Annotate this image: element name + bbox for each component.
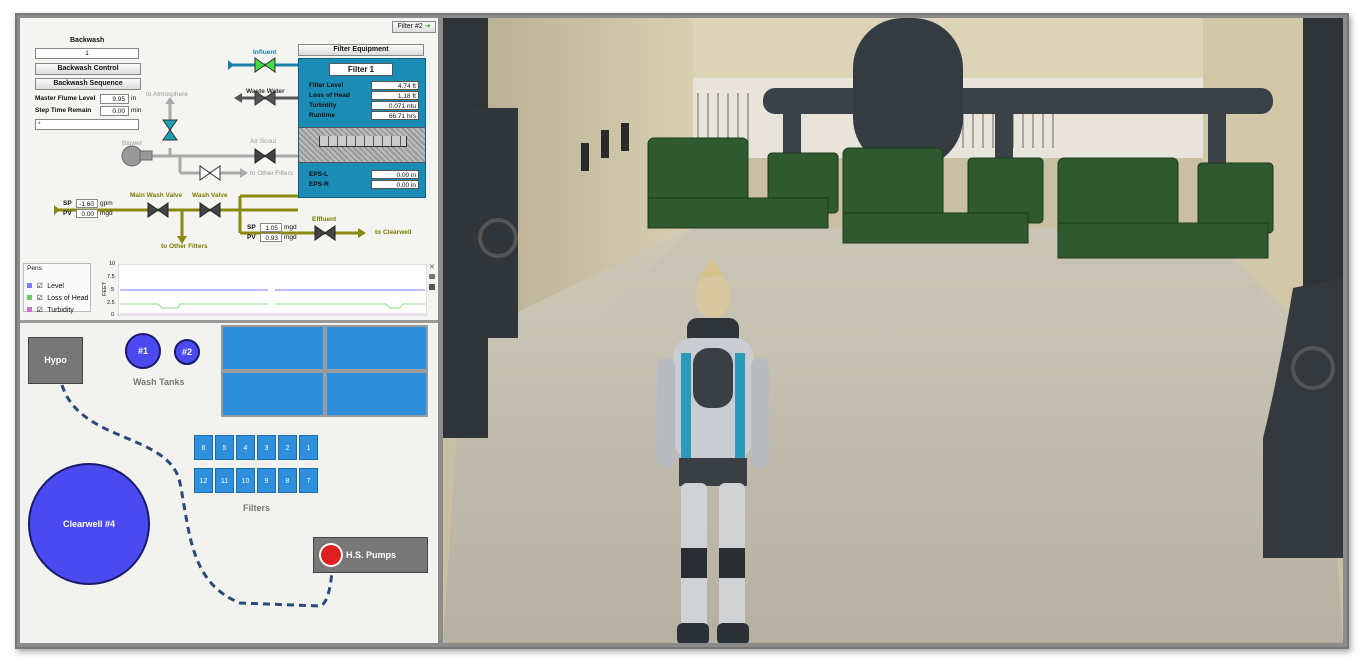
alarm-icon (319, 543, 343, 567)
sp1-label: SP (63, 200, 72, 207)
filter-panel: Filter 1 Filter Level 4.74 ft Loss of He… (298, 58, 426, 198)
basin-3[interactable] (223, 373, 323, 415)
filter-tile-11[interactable]: 11 (215, 468, 234, 493)
wash-valve-label: Wash Valve (192, 192, 228, 199)
tick-10: 10 (109, 261, 116, 267)
turbidity-value: 0.071 ntu (371, 101, 419, 110)
effluent-valve-icon (314, 225, 336, 241)
clearwell-4[interactable]: Clearwell #4 (28, 463, 150, 585)
pv1-value: 0.00 (76, 209, 98, 218)
sp2-label: SP (247, 224, 256, 231)
waste-water-label: Waste Water (246, 88, 285, 95)
filter-control-screen: Filter #2 ➜ Backwash 1 Backwash Control … (20, 18, 438, 320)
loss-of-head-label: Loss of Head (309, 92, 350, 99)
filter-tile-3[interactable]: 3 (257, 435, 276, 460)
pens-legend: Pens ☑ Level ☑ Loss of Head ☑ Turbidity (23, 263, 91, 314)
plant-overview: Hypo #1 #2 Wash Tanks 6 5 4 3 2 1 12 11 … (20, 323, 438, 643)
wash-tank-1[interactable]: #1 (125, 333, 161, 369)
basin-2[interactable] (327, 327, 426, 369)
influent-valve-icon (254, 57, 276, 73)
eps-l-label: EPS-L (309, 171, 329, 178)
filter-tile-1[interactable]: 1 (299, 435, 318, 460)
runtime-label: Runtime (309, 112, 335, 119)
main-wash-valve-label: Main Wash Valve (130, 192, 183, 199)
tick-2-5: 2.5 (107, 300, 115, 306)
clearwell-label: Clearwell #4 (62, 519, 116, 529)
wash-tank-2[interactable]: #2 (174, 339, 200, 365)
filter-title: Filter 1 (329, 63, 393, 76)
hs-pumps-label: H.S. Pumps (346, 550, 397, 560)
wash-valve-icon (199, 202, 221, 218)
runtime-value: 66.71 hrs (371, 111, 419, 120)
other-filters-valve-icon (199, 165, 221, 181)
eps-r-value: 0.00 in (371, 180, 419, 189)
pv1-label: PV (63, 210, 72, 217)
blower-label: Blower (122, 140, 142, 147)
print-icon[interactable] (429, 274, 435, 279)
checkbox-icon: ☑ (36, 307, 43, 314)
to-atmosphere-label: to Atmosphere (146, 91, 188, 98)
save-icon[interactable] (429, 284, 435, 290)
sp1-unit: gpm (100, 200, 113, 207)
game-viewport[interactable] (443, 18, 1343, 643)
eps-l-value: 0.00 in (371, 170, 419, 179)
hypo-button[interactable]: Hypo (28, 337, 83, 384)
air-scour-valve-icon (254, 148, 276, 164)
player-avatar[interactable] (643, 258, 783, 643)
to-other-filters-label-1: to Other Filters (250, 170, 293, 177)
atmosphere-valve-icon (162, 119, 178, 141)
pens-title: Pens (27, 265, 42, 272)
influent-label: Influent (253, 49, 277, 56)
sp1-value[interactable]: -1.60 (76, 199, 98, 208)
filter-tile-4[interactable]: 4 (236, 435, 255, 460)
pv1-unit: mgd (100, 210, 113, 217)
wash-tank-2-label: #2 (181, 347, 192, 357)
filter-tile-9[interactable]: 9 (257, 468, 276, 493)
pv2-label: PV (247, 234, 256, 241)
pv2-unit: mgd (284, 234, 297, 241)
basin-4[interactable] (327, 373, 426, 415)
effluent-label: Effluent (312, 216, 337, 223)
tick-7-5: 7.5 (107, 274, 115, 280)
close-icon[interactable]: ✕ (429, 263, 435, 271)
to-other-filters-label-2: to Other Filters (161, 243, 208, 250)
pump-2-icon (842, 147, 1044, 244)
wash-tank-1-label: #1 (137, 346, 148, 356)
hmi-panel: Filter #2 ➜ Backwash 1 Backwash Control … (20, 18, 438, 643)
air-scour-label: Air Scour (250, 138, 277, 145)
filter-level-label: Filter Level (309, 82, 344, 89)
pen-turbidity-label: Turbidity (47, 307, 74, 314)
to-clearwell-label: to Clearwell (375, 229, 412, 236)
hs-pumps-button[interactable]: H.S. Pumps (313, 537, 428, 573)
main-wash-valve-icon (147, 202, 169, 218)
filter-equipment-button[interactable]: Filter Equipment (298, 44, 424, 56)
pump-room-scene (443, 18, 1343, 643)
hypo-label: Hypo (44, 355, 67, 365)
filters-label: Filters (243, 503, 271, 513)
loss-of-head-value: 1.18 ft (371, 91, 419, 100)
filter-level-value: 4.74 ft (371, 81, 419, 90)
turbidity-label: Turbidity (309, 102, 337, 109)
tick-5: 5 (111, 287, 115, 293)
filter-tile-7[interactable]: 7 (299, 468, 318, 493)
filter-media-graphic (299, 127, 425, 163)
wash-tanks-label: Wash Tanks (133, 377, 185, 387)
sp2-unit: mgd (284, 224, 297, 231)
filter-tile-2[interactable]: 2 (278, 435, 297, 460)
trend-y-axis-label: FEET (102, 281, 109, 297)
filter-tile-12[interactable]: 12 (194, 468, 213, 493)
pump-3-icon (1057, 157, 1274, 259)
basin-grid (221, 325, 428, 417)
eps-r-label: EPS-R (309, 181, 329, 188)
pv2-value: 0.93 (260, 233, 282, 242)
trend-chart (118, 264, 427, 316)
filter-tile-8[interactable]: 8 (278, 468, 297, 493)
filter-tile-6[interactable]: 6 (194, 435, 213, 460)
filter-tile-10[interactable]: 10 (236, 468, 255, 493)
sp2-value[interactable]: 1.05 (260, 223, 282, 232)
filter-tile-5[interactable]: 5 (215, 435, 234, 460)
tick-0: 0 (111, 312, 115, 318)
pen-turbidity[interactable]: ☑ Turbidity (27, 299, 74, 317)
basin-1[interactable] (223, 327, 323, 369)
